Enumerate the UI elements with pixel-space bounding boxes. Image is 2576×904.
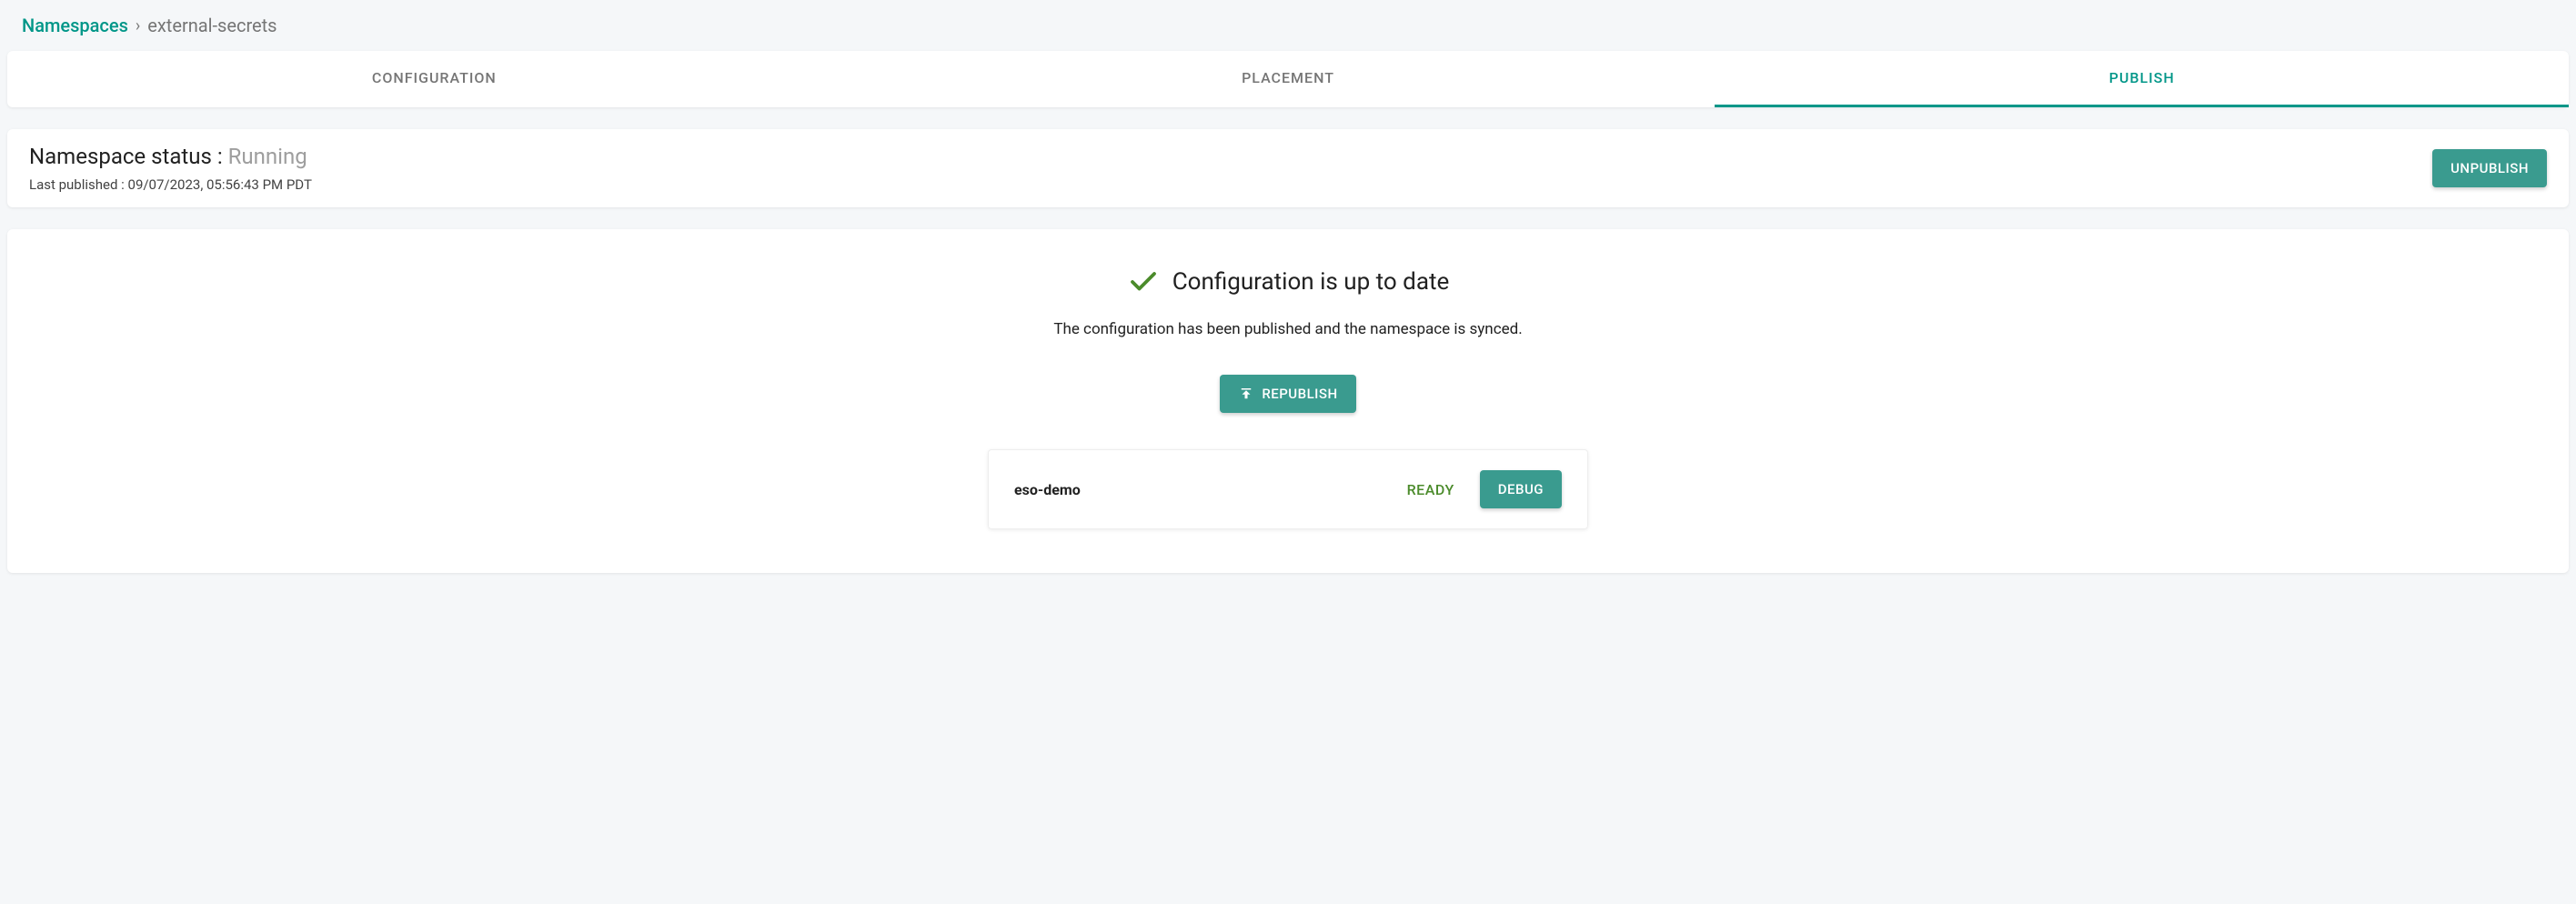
unpublish-button[interactable]: UNPUBLISH bbox=[2432, 149, 2547, 187]
status-info: Namespace status : Running Last publishe… bbox=[29, 144, 312, 193]
config-heading: Configuration is up to date bbox=[1127, 266, 1450, 298]
tab-configuration[interactable]: CONFIGURATION bbox=[7, 51, 861, 107]
tab-placement[interactable]: PLACEMENT bbox=[861, 51, 1716, 107]
tab-publish[interactable]: PUBLISH bbox=[1715, 51, 2569, 107]
deployment-actions: READY DEBUG bbox=[1407, 470, 1562, 508]
config-heading-text: Configuration is up to date bbox=[1172, 268, 1450, 296]
debug-button[interactable]: DEBUG bbox=[1480, 470, 1562, 508]
publish-icon bbox=[1238, 386, 1254, 402]
namespace-status-label: Namespace status : bbox=[29, 144, 228, 169]
republish-button-label: REPUBLISH bbox=[1262, 386, 1337, 402]
namespace-status-value: Running bbox=[228, 144, 307, 169]
publish-panel: Configuration is up to date The configur… bbox=[7, 229, 2569, 573]
republish-button[interactable]: REPUBLISH bbox=[1220, 375, 1355, 413]
status-card: Namespace status : Running Last publishe… bbox=[7, 129, 2569, 207]
deployment-status: READY bbox=[1407, 481, 1454, 498]
check-icon bbox=[1127, 266, 1160, 298]
deployment-item: eso-demo READY DEBUG bbox=[988, 449, 1588, 529]
breadcrumb-current: external-secrets bbox=[147, 15, 277, 36]
last-published: Last published : 09/07/2023, 05:56:43 PM… bbox=[29, 176, 312, 193]
deployment-name: eso-demo bbox=[1014, 481, 1081, 498]
config-subtext: The configuration has been published and… bbox=[1053, 320, 1522, 338]
breadcrumb-separator: › bbox=[136, 16, 140, 35]
tabs: CONFIGURATION PLACEMENT PUBLISH bbox=[7, 51, 2569, 107]
namespace-status: Namespace status : Running bbox=[29, 144, 312, 169]
breadcrumb-root-link[interactable]: Namespaces bbox=[22, 15, 128, 36]
breadcrumb: Namespaces › external-secrets bbox=[0, 0, 2576, 51]
